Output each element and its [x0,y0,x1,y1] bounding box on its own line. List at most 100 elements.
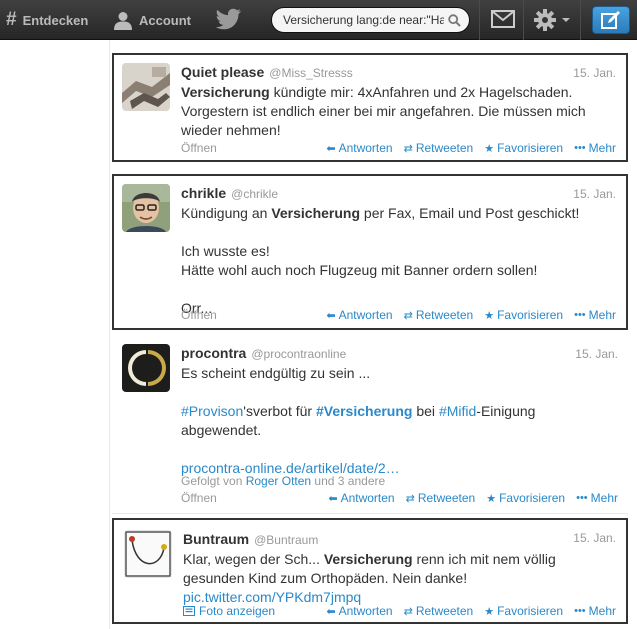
nav-discover[interactable]: # Entdecken [6,0,88,40]
author-name[interactable]: chrikle [181,185,226,201]
favorite-button[interactable]: ★ Favorisieren [484,308,563,322]
open-link[interactable]: Öffnen [181,141,217,155]
search-input[interactable]: Versicherung lang:de near:"Har [283,13,444,27]
tweet-date[interactable]: 15. Jan. [575,347,618,361]
compose-tweet-button[interactable] [592,6,630,34]
hashtag-link[interactable]: #Provison [181,403,243,419]
more-button[interactable]: ••• Mehr [574,141,616,155]
reply-icon: ⬅ [326,309,336,322]
tweet-line: Kündigung an Versicherung per Fax, Email… [181,204,616,223]
tweet-date[interactable]: 15. Jan. [573,531,616,545]
favorite-label: Favorisieren [497,308,564,322]
reply-label: Antworten [338,141,393,155]
open-link[interactable]: Öffnen [181,308,217,322]
more-dots-icon: ••• [574,605,586,617]
reply-button[interactable]: ⬅ Antworten [326,141,392,155]
tweet-text: Kündigung an Versicherung per Fax, Email… [181,204,616,318]
avatar[interactable] [122,63,170,111]
hashtag-link[interactable]: #Mifid [439,403,476,419]
follower-link[interactable]: Roger Otten [246,474,311,488]
top-navigation-bar: # Entdecken Account Versicherung lang:de… [0,0,637,40]
tweet-text: Versicherung kündigte mir: 4xAnfahren un… [181,83,616,140]
reply-button[interactable]: ⬅ Antworten [328,491,394,505]
retweet-button[interactable]: ⇄ Retweeten [404,308,474,322]
tweet-line: #Provison'sverbot für #Versicherung bei … [181,402,618,440]
reply-button[interactable]: ⬅ Antworten [326,604,392,618]
more-button[interactable]: ••• Mehr [576,491,618,505]
nav-account[interactable]: Account [113,0,191,40]
more-dots-icon: ••• [574,309,586,321]
tweet-footer: Öffnen ⬅ Antworten ⇄ Retweeten ★ Favorisier… [181,308,616,324]
reply-label: Antworten [338,604,393,618]
author-name[interactable]: Quiet please [181,64,264,80]
author-name[interactable]: procontra [181,345,246,361]
nav-discover-label: Entdecken [22,12,89,28]
more-button[interactable]: ••• Mehr [574,308,616,322]
tweet-actions: ⬅ Antworten ⇄ Retweeten ★ Favorisieren ••• M… [326,141,616,155]
retweet-label: Retweeten [417,491,476,505]
view-photo-button[interactable]: Foto anzeigen [183,604,275,618]
retweet-icon: ⇄ [405,492,415,505]
avatar[interactable] [122,344,170,392]
tweet-item[interactable]: Quiet please @Miss_Stresss 15. Jan. Versi… [112,53,628,162]
retweet-button[interactable]: ⇄ Retweeten [406,491,476,505]
tweet-author-name[interactable]: procontra @procontraonline [181,345,346,361]
tweet-line: Klar, wegen der Sch... Versicherung renn… [183,550,616,588]
author-handle[interactable]: @chrikle [231,187,278,201]
tweet-date[interactable]: 15. Jan. [573,66,616,80]
search-icon[interactable] [448,13,461,27]
tweet-date[interactable]: 15. Jan. [573,187,616,201]
tweet-actions: ⬅ Antworten ⇄ Retweeten ★ Favorisieren ••• M… [326,308,616,322]
more-button[interactable]: ••• Mehr [574,604,616,618]
favorite-button[interactable]: ★ Favorisieren [484,604,563,618]
tweet-author-name[interactable]: Buntraum @Buntraum [183,531,318,547]
twitter-bird-icon[interactable] [216,8,242,30]
tweet-item[interactable]: procontra @procontraonline 15. Jan. Es sc… [112,334,628,514]
retweet-label: Retweeten [415,604,474,618]
compose-icon [601,11,620,29]
tweet-line: Ich wusste es! [181,243,270,259]
tweet-item[interactable]: chrikle @chrikle 15. Jan. Kündigung an Ve… [112,174,628,330]
star-icon: ★ [486,492,497,505]
retweet-button[interactable]: ⇄ Retweeten [404,604,474,618]
retweet-icon: ⇄ [403,605,413,618]
author-handle[interactable]: @procontraonline [251,347,346,361]
favorite-label: Favorisieren [497,141,564,155]
tweet-footer: Öffnen ⬅ Antworten ⇄ Retweeten ★ Favorisier… [181,141,616,157]
gear-icon[interactable] [534,9,556,31]
retweet-button[interactable]: ⇄ Retweeten [404,141,474,155]
author-name[interactable]: Buntraum [183,531,249,547]
hashtag-link[interactable]: #Versicherung [316,403,413,419]
envelope-icon[interactable] [491,10,515,28]
topbar-divider [580,0,581,40]
open-link[interactable]: Öffnen [181,491,217,505]
chevron-down-icon[interactable] [562,18,570,22]
tweet-actions: ⬅ Antworten ⇄ Retweeten ★ Favorisieren ••• M… [326,604,616,618]
reply-label: Antworten [338,308,393,322]
keyword-highlight: Versicherung [181,84,270,100]
search-field[interactable]: Versicherung lang:de near:"Har [271,7,470,33]
reply-button[interactable]: ⬅ Antworten [326,308,392,322]
reply-icon: ⬅ [326,605,336,618]
photo-icon [183,606,195,616]
text-segment: Klar, wegen der Sch... [183,551,324,567]
reply-icon: ⬅ [326,142,336,155]
keyword-highlight: Versicherung [323,551,413,567]
author-handle[interactable]: @Buntraum [254,533,318,547]
favorite-button[interactable]: ★ Favorisieren [484,141,563,155]
tweet-item[interactable]: Buntraum @Buntraum 15. Jan. Klar, wegen d… [112,518,628,624]
star-icon: ★ [484,605,495,618]
avatar[interactable] [124,530,172,578]
avatar[interactable] [122,184,170,232]
favorite-button[interactable]: ★ Favorisieren [486,491,565,505]
tweet-author-name[interactable]: chrikle @chrikle [181,185,278,201]
tweet-actions: ⬅ Antworten ⇄ Retweeten ★ Favorisieren ••• M… [328,491,618,505]
tweet-author-name[interactable]: Quiet please @Miss_Stresss [181,64,353,80]
retweet-label: Retweeten [415,141,474,155]
author-handle[interactable]: @Miss_Stresss [269,66,353,80]
keyword-highlight: Versicherung [271,205,361,221]
star-icon: ★ [484,142,495,155]
reply-label: Antworten [340,491,395,505]
